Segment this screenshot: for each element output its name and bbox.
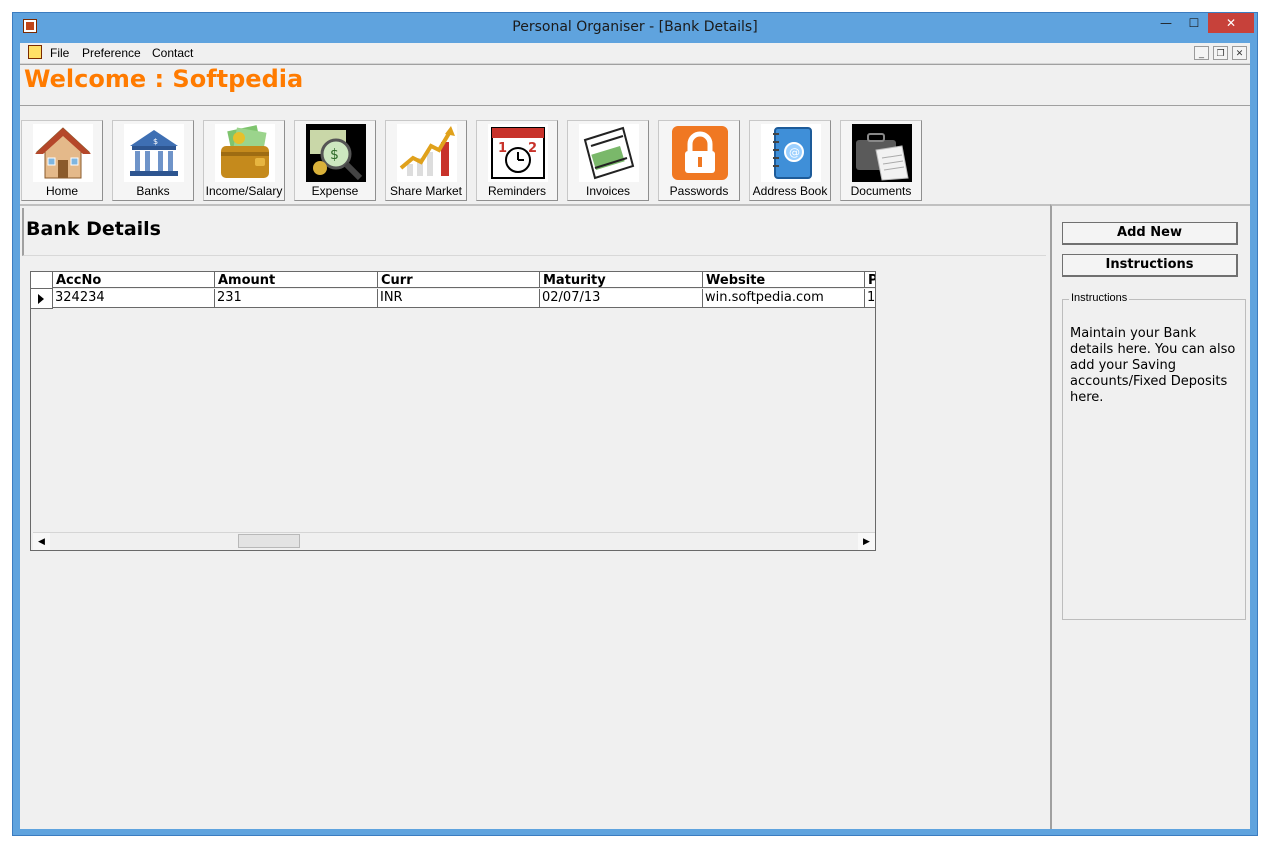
toolbar-label: Address Book	[752, 184, 828, 198]
cell-curr[interactable]: INR	[378, 289, 540, 308]
svg-text:@: @	[789, 146, 800, 159]
toolbar-label: Reminders	[487, 184, 547, 198]
title-bar[interactable]: Personal Organiser - [Bank Details] — ☐ …	[13, 13, 1257, 43]
bank-details-grid[interactable]: AccNo Amount Curr Maturity Website P 324…	[30, 271, 876, 551]
briefcase-documents-icon	[852, 124, 912, 182]
column-header-maturity[interactable]: Maturity	[540, 272, 703, 288]
toolbar-label: Banks	[136, 184, 170, 198]
mdi-restore-button[interactable]: ❐	[1213, 46, 1228, 60]
toolbar-label: Passwords	[669, 184, 729, 198]
cell-accno[interactable]: 324234	[53, 289, 215, 308]
maximize-button[interactable]: ☐	[1181, 13, 1207, 33]
row-selector-arrow-icon[interactable]	[31, 289, 53, 309]
table-row[interactable]: 324234 231 INR 02/07/13 win.softpedia.co…	[31, 289, 875, 309]
mdi-child-icon[interactable]	[28, 45, 42, 59]
close-button[interactable]: ✕	[1208, 13, 1254, 33]
instructions-groupbox: Instructions Maintain your Bank details …	[1062, 292, 1246, 620]
actions-panel: Add New Instructions Instructions Mainta…	[1050, 204, 1250, 829]
window-title: Personal Organiser - [Bank Details]	[512, 19, 758, 35]
toolbar-income-salary-button[interactable]: Income/Salary	[203, 120, 285, 201]
toolbar-label: Expense	[311, 184, 359, 198]
page-title: Bank Details	[26, 218, 161, 240]
divider	[20, 105, 1250, 106]
toolbar-address-book-button[interactable]: @ Address Book	[749, 120, 831, 201]
magnifier-money-icon: $	[306, 124, 366, 182]
svg-text:$: $	[153, 137, 158, 146]
cell-p[interactable]: 11	[865, 289, 875, 308]
toolbar-label: Income/Salary	[205, 184, 283, 198]
svg-text:1: 1	[498, 141, 507, 156]
instructions-text: Maintain your Bank details here. You can…	[1070, 326, 1236, 405]
grid-header: AccNo Amount Curr Maturity Website P	[31, 272, 875, 289]
toolbar-invoices-button[interactable]: Invoices	[567, 120, 649, 201]
house-icon	[33, 124, 93, 182]
menu-bar: File Preference Contact _ ❐ ✕	[20, 43, 1250, 64]
toolbar-expense-button[interactable]: $ Expense	[294, 120, 376, 201]
menu-file[interactable]: File	[50, 46, 69, 60]
horizontal-scrollbar[interactable]: ◀ ▶	[33, 532, 875, 550]
instructions-button[interactable]: Instructions	[1062, 254, 1238, 277]
toolbar-documents-button[interactable]: Documents	[840, 120, 922, 201]
scroll-track[interactable]	[50, 533, 858, 550]
grid-corner	[31, 272, 53, 289]
calendar-clock-icon: 1 2	[488, 124, 548, 182]
svg-text:$: $	[330, 147, 339, 163]
cell-amount[interactable]: 231	[215, 289, 378, 308]
bank-icon: $	[124, 124, 184, 182]
column-header-p[interactable]: P	[865, 272, 875, 288]
mdi-close-button[interactable]: ✕	[1232, 46, 1247, 60]
app-window: Personal Organiser - [Bank Details] — ☐ …	[12, 12, 1258, 836]
column-header-curr[interactable]: Curr	[378, 272, 540, 288]
toolbar-banks-button[interactable]: $ Banks	[112, 120, 194, 201]
toolbar-home-button[interactable]: Home	[21, 120, 103, 201]
toolbar-share-market-button[interactable]: Share Market	[385, 120, 467, 201]
cell-website[interactable]: win.softpedia.com	[703, 289, 865, 308]
welcome-banner: Welcome : Softpedia	[24, 65, 304, 93]
toolbar: Home $ Banks Income/Salary $ Expense Sha…	[20, 107, 1250, 203]
groupbox-legend: Instructions	[1069, 292, 1130, 304]
column-header-accno[interactable]: AccNo	[53, 272, 215, 288]
chart-arrow-icon	[397, 124, 457, 182]
scroll-left-arrow-icon[interactable]: ◀	[33, 533, 50, 550]
menu-preference[interactable]: Preference	[82, 46, 141, 60]
toolbar-reminders-button[interactable]: 1 2 Reminders	[476, 120, 558, 201]
column-header-website[interactable]: Website	[703, 272, 865, 288]
address-book-icon: @	[761, 124, 821, 182]
scroll-right-arrow-icon[interactable]: ▶	[858, 533, 875, 550]
minimize-button[interactable]: —	[1153, 13, 1179, 33]
padlock-icon	[672, 126, 728, 180]
toolbar-label: Share Market	[389, 184, 463, 198]
toolbar-label: Documents	[850, 184, 912, 198]
add-new-button[interactable]: Add New	[1062, 222, 1238, 245]
mdi-minimize-button[interactable]: _	[1194, 46, 1209, 60]
client-area: File Preference Contact _ ❐ ✕ Welcome : …	[20, 43, 1250, 829]
scroll-thumb[interactable]	[238, 534, 300, 548]
toolbar-label: Invoices	[585, 184, 631, 198]
section-header: Bank Details	[22, 208, 1046, 256]
bank-details-panel: Bank Details AccNo Amount Curr Maturity …	[20, 204, 1050, 829]
wallet-icon	[215, 124, 275, 182]
toolbar-passwords-button[interactable]: Passwords	[658, 120, 740, 201]
cell-maturity[interactable]: 02/07/13	[540, 289, 703, 308]
column-header-amount[interactable]: Amount	[215, 272, 378, 288]
toolbar-label: Home	[45, 184, 78, 198]
invoice-icon	[579, 124, 639, 182]
menu-contact[interactable]: Contact	[152, 46, 193, 60]
